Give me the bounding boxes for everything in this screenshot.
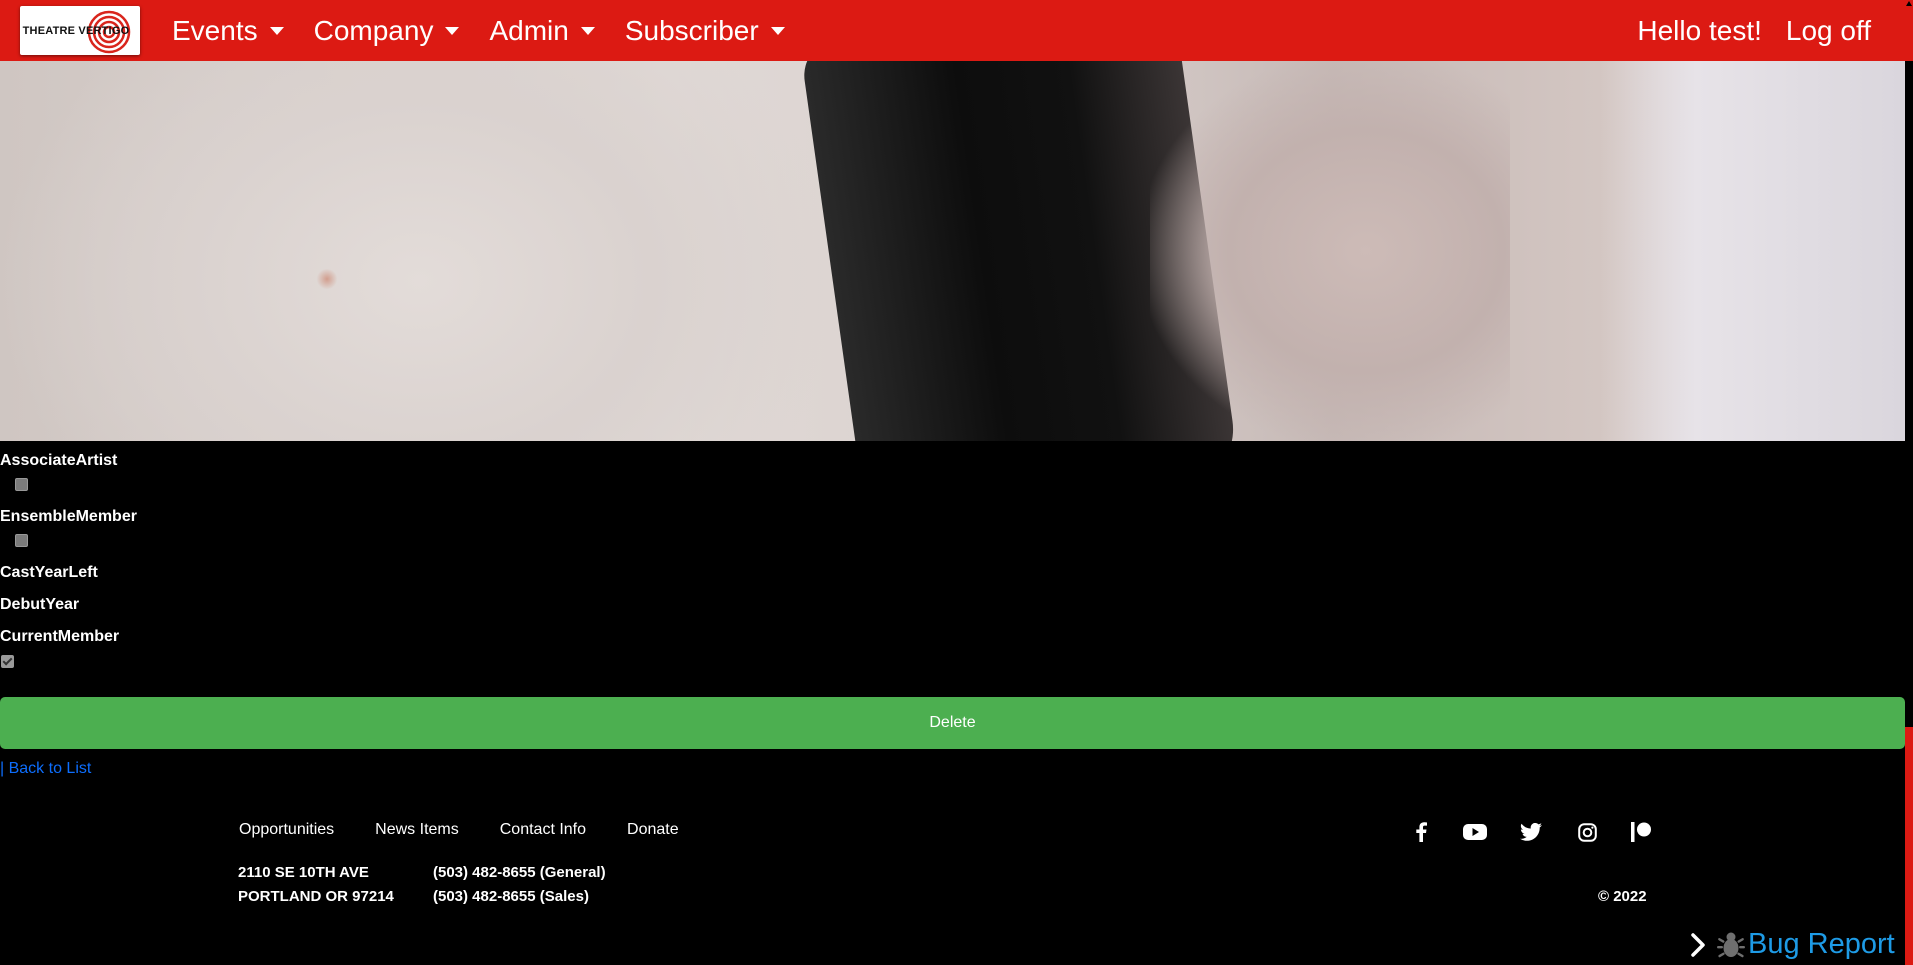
debut-year-label: DebutYear bbox=[0, 596, 80, 613]
cast-year-left-label: CastYearLeft bbox=[0, 564, 98, 581]
scroll-up-arrow-icon[interactable] bbox=[1906, 1, 1912, 6]
caret-down-icon bbox=[445, 26, 460, 35]
chevron-right-icon[interactable] bbox=[1690, 932, 1706, 958]
patreon-icon[interactable] bbox=[1629, 820, 1653, 844]
bug-icon bbox=[1717, 932, 1745, 957]
bug-report-widget[interactable]: Bug Report bbox=[1690, 928, 1895, 961]
nav-admin-label: Admin bbox=[489, 14, 569, 46]
ensemble-member-label: EnsembleMember bbox=[0, 508, 137, 525]
twitter-icon[interactable] bbox=[1519, 820, 1543, 844]
phone-sales: (503) 482-8655 (Sales) bbox=[433, 888, 589, 905]
youtube-icon[interactable] bbox=[1463, 820, 1487, 844]
delete-button[interactable]: Delete bbox=[0, 697, 1905, 749]
ensemble-member-checkbox bbox=[15, 534, 28, 547]
member-photo bbox=[0, 61, 1905, 441]
caret-down-icon bbox=[770, 26, 785, 35]
nav-company-label: Company bbox=[313, 14, 434, 46]
nav-company-dropdown[interactable]: Company bbox=[314, 15, 460, 47]
current-member-checkbox bbox=[1, 655, 14, 668]
theatre-vertigo-logo[interactable]: THEATRE VERTIGO bbox=[20, 6, 140, 55]
nav-admin-dropdown[interactable]: Admin bbox=[489, 14, 595, 47]
logo-text: THEATRE VERTIGO bbox=[22, 24, 130, 37]
back-link-row: | Back to List bbox=[0, 760, 91, 778]
nav-events-label: Events bbox=[172, 14, 258, 46]
facebook-icon[interactable] bbox=[1409, 820, 1433, 844]
caret-down-icon bbox=[580, 26, 595, 35]
bug-report-label[interactable]: Bug Report bbox=[1748, 928, 1895, 961]
address-line-1: 2110 SE 10TH AVE bbox=[238, 864, 369, 881]
current-member-label: CurrentMember bbox=[0, 628, 120, 645]
copyright-text: © 2022 bbox=[1598, 888, 1647, 905]
footer-link-opportunities[interactable]: Opportunities bbox=[239, 821, 334, 839]
scrollbar-track[interactable] bbox=[1905, 0, 1913, 61]
logoff-link[interactable]: Log off bbox=[1786, 15, 1871, 47]
address-line-2: PORTLAND OR 97214 bbox=[238, 888, 394, 905]
associate-artist-checkbox bbox=[15, 478, 28, 491]
back-to-list-link[interactable]: Back to List bbox=[9, 760, 92, 777]
footer-link-news-items[interactable]: News Items bbox=[375, 821, 459, 839]
caret-down-icon bbox=[269, 26, 284, 35]
top-navbar: THEATRE VERTIGO Events Company Admin Sub… bbox=[0, 0, 1905, 61]
phone-general: (503) 482-8655 (General) bbox=[433, 864, 606, 881]
nav-subscriber-label: Subscriber bbox=[624, 14, 759, 46]
scrollbar-thumb[interactable] bbox=[1905, 727, 1913, 965]
nav-subscriber-dropdown[interactable]: Subscriber bbox=[625, 15, 785, 47]
associate-artist-label: AssociateArtist bbox=[0, 452, 118, 469]
link-separator: | bbox=[0, 760, 5, 777]
user-greeting-link[interactable]: Hello test! bbox=[1637, 15, 1762, 47]
instagram-icon[interactable] bbox=[1575, 820, 1599, 844]
footer-nav: Opportunities News Items Contact Info Do… bbox=[239, 821, 720, 839]
nav-events-dropdown[interactable]: Events bbox=[172, 15, 284, 47]
footer-link-donate[interactable]: Donate bbox=[627, 821, 679, 839]
footer-link-contact-info[interactable]: Contact Info bbox=[500, 821, 586, 839]
